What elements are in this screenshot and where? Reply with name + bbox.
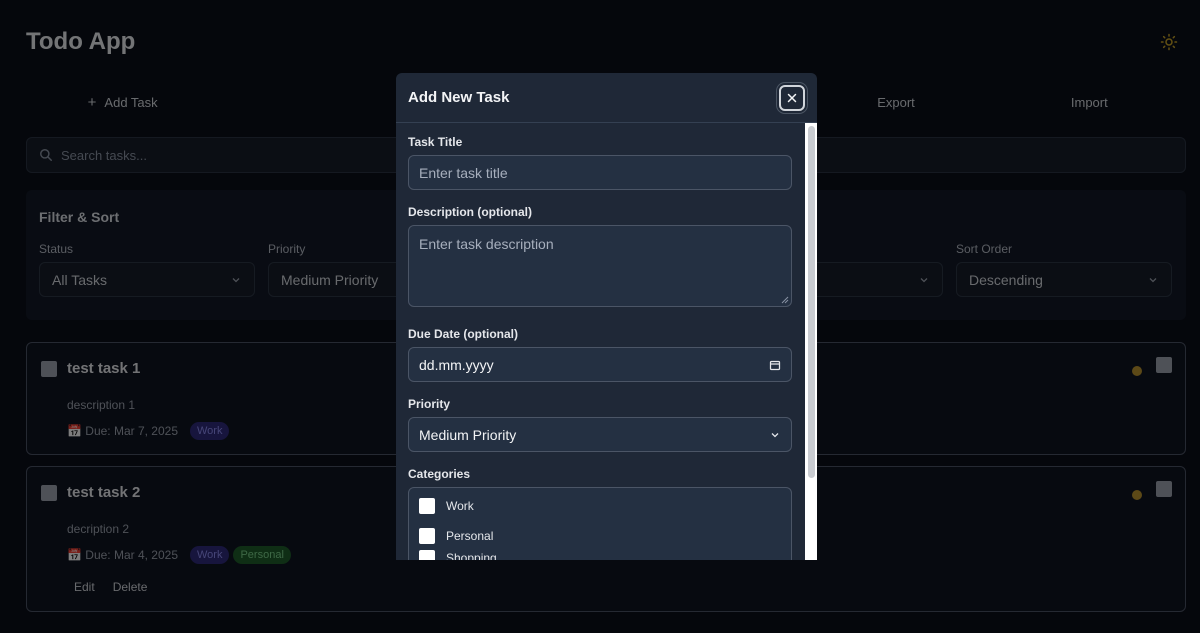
category-label: Work [446,499,474,513]
modal-title: Add New Task [408,89,510,106]
priority-field-label: Priority [408,397,451,411]
description-placeholder: Enter task description [419,236,554,252]
due-date-input[interactable]: dd.mm.yyyy [408,347,792,382]
description-input[interactable]: Enter task description [408,225,792,307]
categories-label: Categories [408,467,471,481]
add-task-modal: Add New Task Task Title Enter task title… [396,73,817,560]
priority-select[interactable]: Medium Priority [408,417,792,452]
category-option-shopping[interactable]: Shopping [419,550,497,560]
modal-body: Task Title Enter task title Description … [408,135,792,560]
calendar-icon[interactable] [769,359,781,371]
modal-header: Add New Task [396,73,817,123]
due-date-label: Due Date (optional) [408,327,518,341]
due-date-placeholder: dd.mm.yyyy [419,356,494,373]
category-option-work[interactable]: Work [419,498,474,514]
categories-list: Work Personal Shopping [408,487,792,560]
category-checkbox[interactable] [419,528,435,544]
chevron-down-icon [771,432,779,437]
close-button[interactable] [779,84,805,111]
modal-scrollbar-thumb[interactable] [808,126,815,478]
category-checkbox[interactable] [419,498,435,514]
priority-selected-value: Medium Priority [419,426,517,443]
close-icon [787,93,797,102]
task-title-placeholder: Enter task title [419,164,508,181]
description-label: Description (optional) [408,205,532,219]
category-checkbox[interactable] [419,550,435,560]
task-title-label: Task Title [408,135,463,149]
category-label: Personal [446,529,494,543]
category-label: Shopping [446,551,497,560]
category-option-personal[interactable]: Personal [419,528,493,544]
resize-grip-icon[interactable] [781,296,789,304]
task-title-input[interactable]: Enter task title [408,155,792,190]
